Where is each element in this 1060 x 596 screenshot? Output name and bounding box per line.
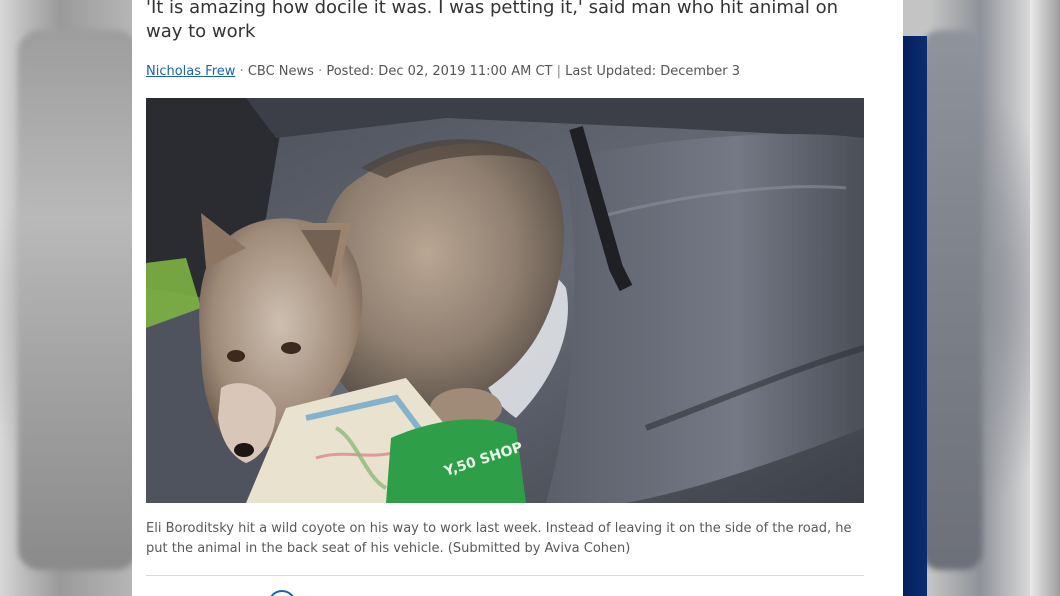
coyote-photo-illustration: Y,50 SHOP: [146, 98, 864, 503]
article-headline: 'It is amazing how docile it was. I was …: [146, 0, 839, 42]
photo-caption: Eli Boroditsky hit a wild coyote on his …: [146, 521, 852, 556]
article-card: 'It is amazing how docile it was. I was …: [132, 0, 903, 596]
article-photo-coyote: Y,50 SHOP: [146, 98, 864, 503]
byline-source: CBC News: [247, 64, 314, 79]
byline-updated: Last Updated: December 3: [565, 64, 741, 79]
byline: Nicholas Frew · CBC News · Posted: Dec 0…: [146, 63, 886, 81]
share-circle-icon[interactable]: [268, 590, 296, 596]
blurred-background-edge: [1030, 0, 1060, 596]
byline-separator: |: [556, 64, 562, 79]
caption-divider: [146, 575, 864, 576]
blurred-background-left: [18, 30, 138, 570]
byline-separator: ·: [318, 64, 323, 79]
byline-posted: Posted: Dec 02, 2019 11:00 AM CT: [326, 64, 553, 79]
author-link[interactable]: Nicholas Frew: [146, 64, 235, 79]
sidebar-navy-bar: [903, 36, 927, 596]
blurred-background-right: [922, 30, 982, 570]
byline-separator: ·: [239, 64, 244, 79]
